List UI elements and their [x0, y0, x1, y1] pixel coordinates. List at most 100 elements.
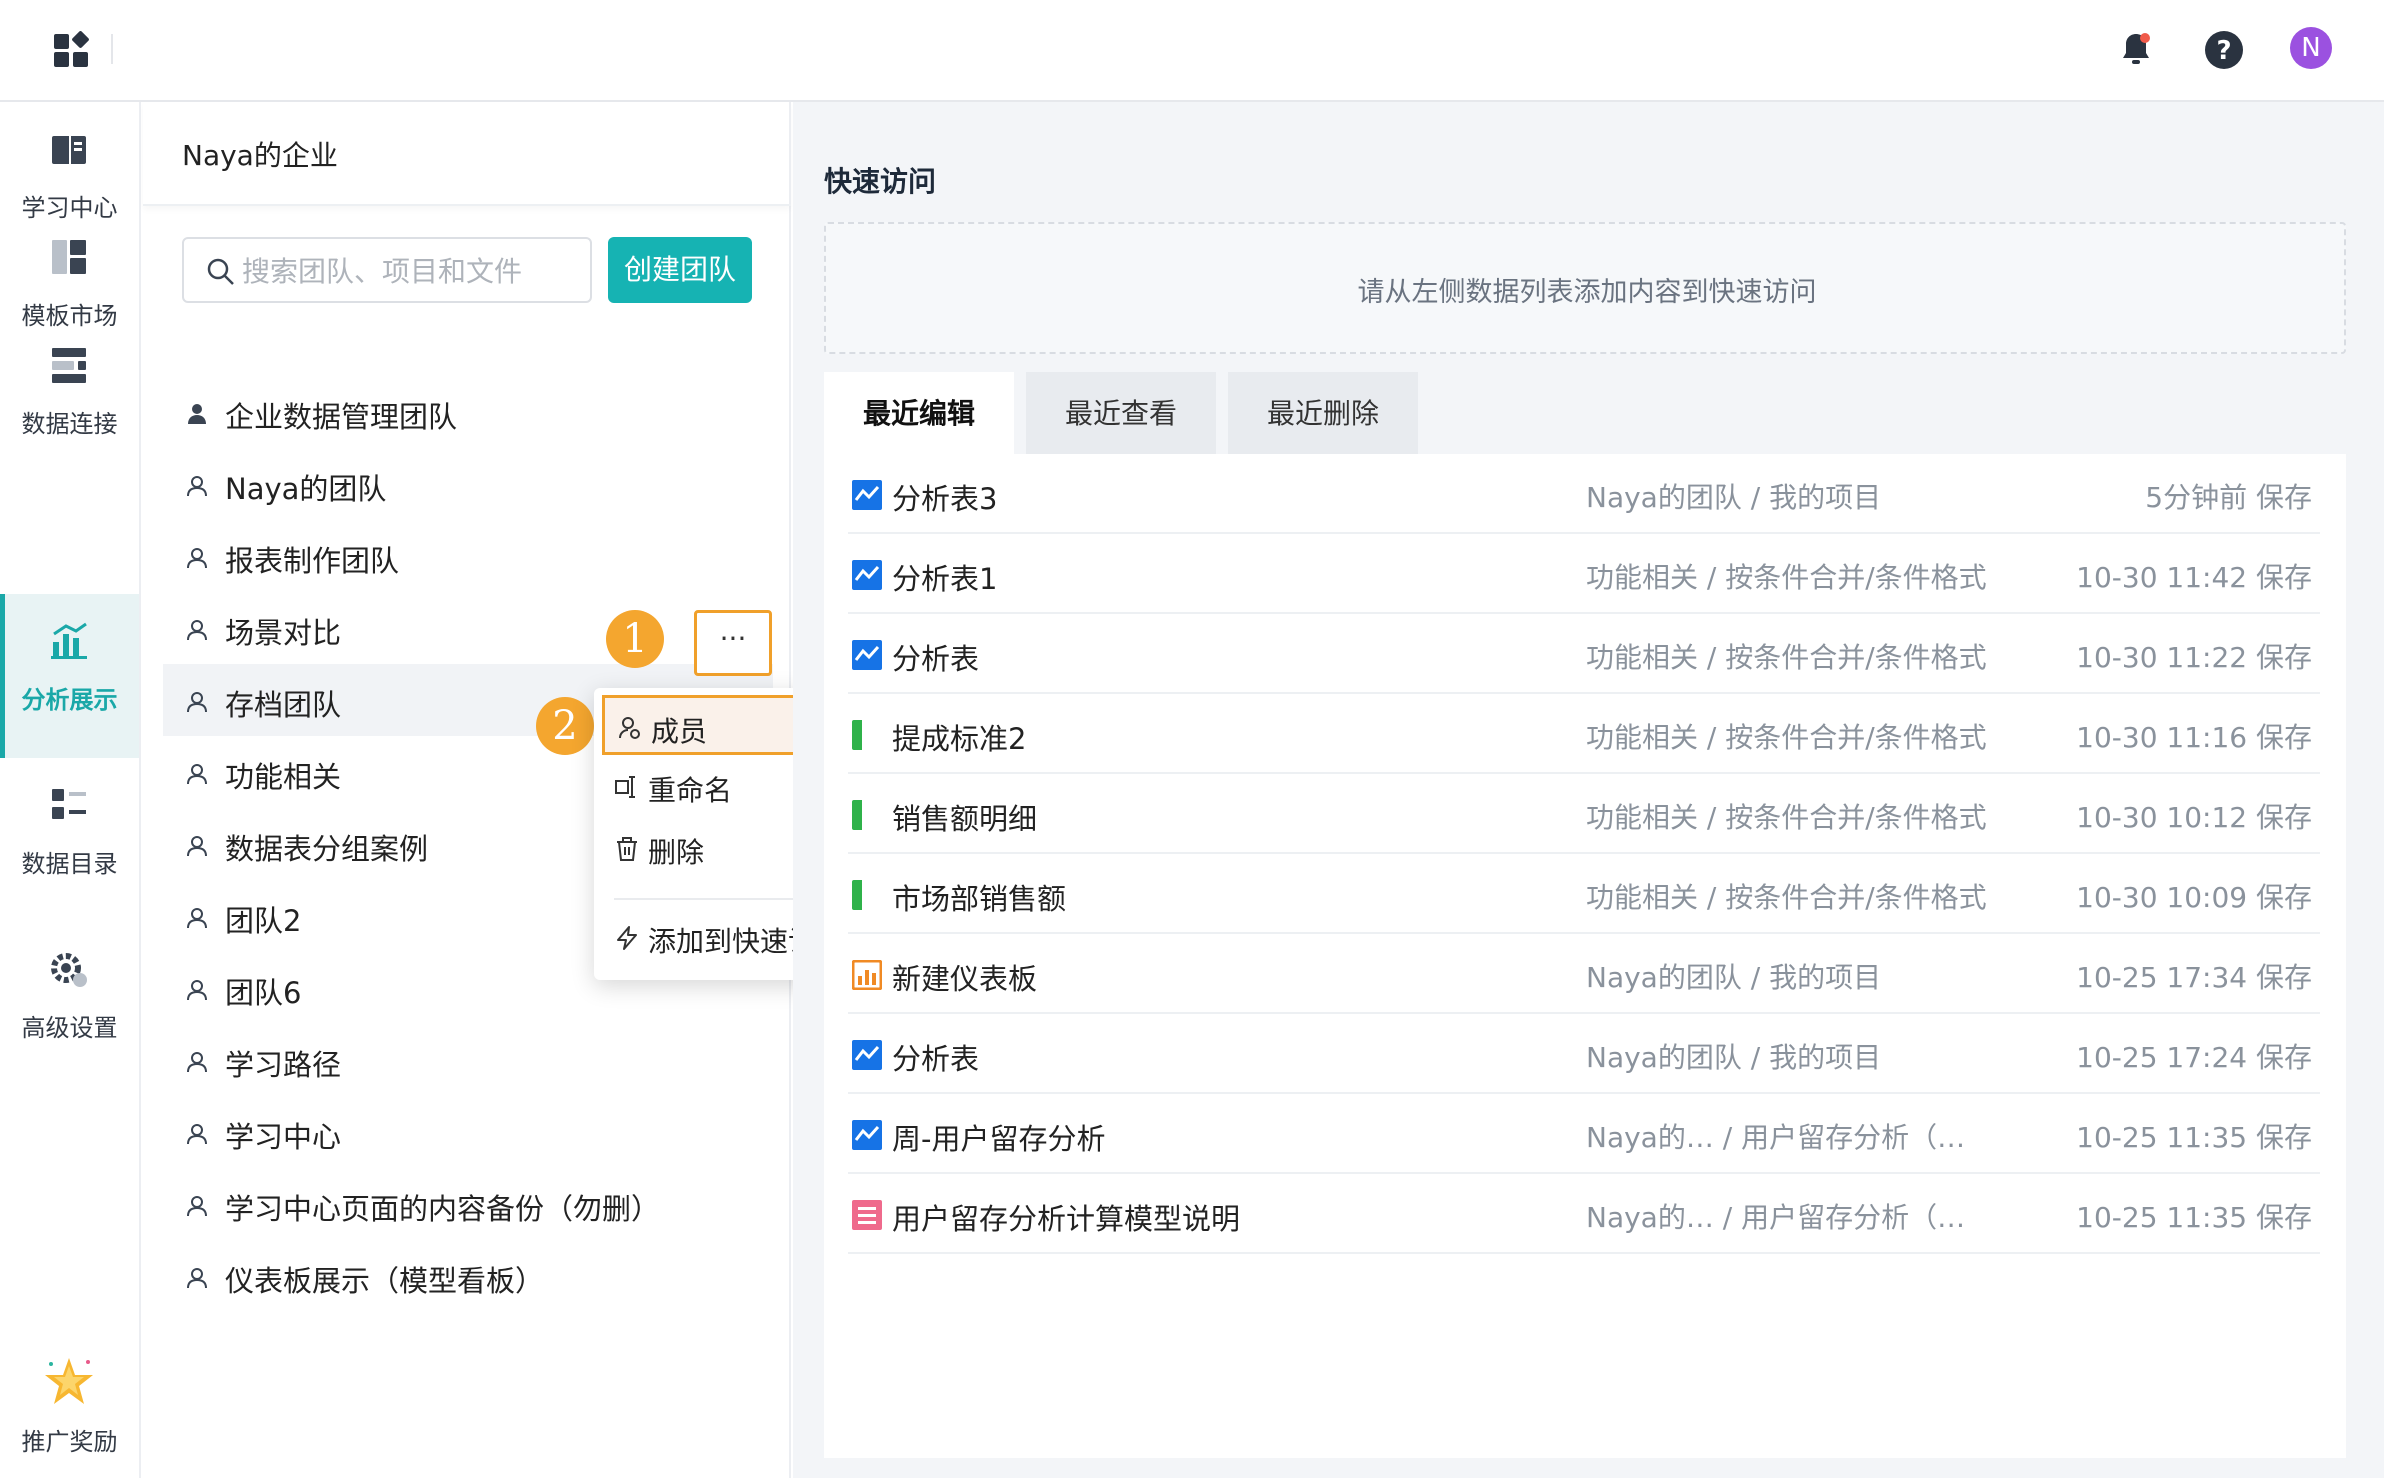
recent-files-list: 分析表3 Naya的团队 / 我的项目 5分钟前 保存分析表1 功能相关 / 按条件合… — [824, 454, 2346, 1458]
file-row[interactable]: 分析表 Naya的团队 / 我的项目 10-25 17:24 保存 — [848, 1014, 2320, 1094]
team-icon — [187, 1268, 207, 1289]
nav-item-data-connect[interactable]: 数据连接 — [0, 318, 139, 482]
file-row[interactable]: 用户留存分析计算模型说明 Naya的… / 用户留存分析（… 10-25 11:35… — [848, 1174, 2320, 1254]
topbar-divider — [111, 34, 113, 64]
file-time: 10-25 11:35 保存 — [2076, 1201, 2312, 1234]
file-row[interactable]: 分析表 功能相关 / 按条件合并/条件格式 10-30 11:22 保存 — [848, 614, 2320, 694]
menu-item-label: 成员 — [651, 715, 708, 748]
file-row[interactable]: 销售额明细 功能相关 / 按条件合并/条件格式 10-30 10:12 保存 — [848, 774, 2320, 854]
file-time: 10-30 10:12 保存 — [2076, 801, 2312, 834]
help-icon[interactable]: ? — [2202, 28, 2246, 72]
members-icon — [619, 717, 640, 739]
file-path: Naya的… / 用户留存分析（… — [1586, 1201, 1966, 1234]
team-label: 学习中心页面的内容备份（勿删） — [225, 1192, 661, 1226]
file-time: 10-25 17:24 保存 — [2076, 1041, 2312, 1074]
book-icon — [52, 136, 86, 164]
file-path: Naya的团队 / 我的项目 — [1586, 1041, 1882, 1074]
menu-item-label: 重命名 — [648, 774, 733, 807]
analysis-table-icon — [852, 1040, 882, 1070]
file-path: 功能相关 / 按条件合并/条件格式 — [1586, 721, 1987, 754]
file-row[interactable]: 提成标准2 功能相关 / 按条件合并/条件格式 10-30 11:16 保存 — [848, 694, 2320, 774]
team-label: 企业数据管理团队 — [225, 400, 458, 434]
svg-text:?: ? — [2216, 36, 2231, 66]
file-row[interactable]: 分析表3 Naya的团队 / 我的项目 5分钟前 保存 — [848, 454, 2320, 534]
team-icon — [187, 1052, 207, 1073]
file-row[interactable]: 周-用户留存分析 Naya的… / 用户留存分析（… 10-25 11:35 保存 — [848, 1094, 2320, 1174]
nav-item-data-catalog[interactable]: 数据目录 — [0, 758, 139, 922]
team-icon — [187, 1124, 207, 1145]
org-header[interactable]: Naya的企业 — [143, 102, 791, 206]
search-box[interactable] — [182, 237, 592, 303]
nav-item-advanced-settings[interactable]: 高级设置 — [0, 922, 139, 1086]
rename-icon — [615, 776, 635, 798]
nav-item-analysis[interactable]: 分析展示 — [0, 594, 139, 758]
menu-item-label: 删除 — [648, 836, 705, 869]
file-path: Naya的… / 用户留存分析（… — [1586, 1121, 1966, 1154]
search-input[interactable] — [242, 251, 572, 291]
quick-access-title: 快速访问 — [824, 165, 937, 198]
analysis-table-icon — [852, 480, 882, 510]
team-label: Naya的团队 — [225, 472, 387, 506]
trash-icon — [617, 837, 637, 861]
file-time: 10-30 11:16 保存 — [2076, 721, 2312, 754]
top-bar: ? N — [0, 0, 2384, 102]
dashboard-icon — [852, 960, 882, 990]
team-label: 场景对比 — [225, 616, 342, 650]
spreadsheet-icon — [852, 800, 882, 830]
step-badge-1: 1 — [606, 610, 664, 668]
analysis-table-icon — [852, 560, 882, 590]
nav-label: 分析展示 — [21, 686, 118, 714]
step-badge-2: 2 — [536, 697, 594, 755]
team-icon — [187, 908, 207, 929]
team-icon — [187, 836, 207, 857]
team-item[interactable]: 场景对比 — [163, 592, 773, 664]
file-time: 10-30 11:42 保存 — [2076, 561, 2312, 594]
more-options-button[interactable]: ··· — [694, 610, 772, 676]
team-item[interactable]: 企业数据管理团队 — [163, 376, 773, 448]
team-item[interactable]: 学习中心页面的内容备份（勿删） — [163, 1168, 773, 1240]
team-icon — [187, 476, 207, 497]
bell-icon[interactable] — [2114, 28, 2158, 72]
file-name: 分析表1 — [892, 562, 998, 596]
star-icon — [45, 1358, 93, 1404]
team-icon — [187, 620, 207, 641]
file-path: Naya的团队 / 我的项目 — [1586, 481, 1882, 514]
spreadsheet-icon — [852, 880, 882, 910]
team-icon — [187, 980, 207, 1001]
file-row[interactable]: 市场部销售额 功能相关 / 按条件合并/条件格式 10-30 10:09 保存 — [848, 854, 2320, 934]
catalog-icon — [52, 789, 86, 819]
tab-recent-delete[interactable]: 最近删除 — [1228, 372, 1418, 456]
team-item[interactable]: 报表制作团队 — [163, 520, 773, 592]
apps-grid-icon[interactable] — [52, 30, 92, 70]
team-item[interactable]: 学习中心 — [163, 1096, 773, 1168]
nav-label: 推广奖励 — [21, 1428, 118, 1456]
analysis-table-icon — [852, 640, 882, 670]
team-item[interactable]: 仪表板展示（模型看板） — [163, 1240, 773, 1312]
file-path: 功能相关 / 按条件合并/条件格式 — [1586, 561, 1987, 594]
nav-item-referral-rewards[interactable]: 推广奖励 — [0, 1334, 139, 1478]
file-name: 新建仪表板 — [892, 962, 1038, 996]
document-icon — [852, 1200, 882, 1230]
team-item[interactable]: Naya的团队 — [163, 448, 773, 520]
file-row[interactable]: 分析表1 功能相关 / 按条件合并/条件格式 10-30 11:42 保存 — [848, 534, 2320, 614]
avatar[interactable]: N — [2290, 27, 2332, 69]
team-label: 仪表板展示（模型看板） — [225, 1264, 545, 1298]
file-path: 功能相关 / 按条件合并/条件格式 — [1586, 801, 1987, 834]
team-icon — [187, 764, 207, 785]
team-label: 报表制作团队 — [225, 544, 400, 578]
settings-icon — [51, 953, 87, 987]
team-label: 团队2 — [225, 904, 302, 938]
file-path: 功能相关 / 按条件合并/条件格式 — [1586, 641, 1987, 674]
file-name: 销售额明细 — [892, 802, 1038, 836]
org-name: Naya的企业 — [182, 139, 338, 172]
tab-recent-view[interactable]: 最近查看 — [1026, 372, 1216, 456]
analysis-icon — [51, 622, 87, 659]
nav-label: 数据连接 — [21, 410, 118, 438]
left-nav: 学习中心 模板市场 数据连接 分析展示 数据目录 高级设置 推广奖励 — [0, 102, 141, 1478]
create-team-button[interactable]: 创建团队 — [608, 237, 752, 303]
team-item[interactable]: 学习路径 — [163, 1024, 773, 1096]
file-name: 分析表 — [892, 1042, 980, 1076]
file-row[interactable]: 新建仪表板 Naya的团队 / 我的项目 10-25 17:34 保存 — [848, 934, 2320, 1014]
tab-recent-edit[interactable]: 最近编辑 — [824, 372, 1014, 456]
file-path: 功能相关 / 按条件合并/条件格式 — [1586, 881, 1987, 914]
